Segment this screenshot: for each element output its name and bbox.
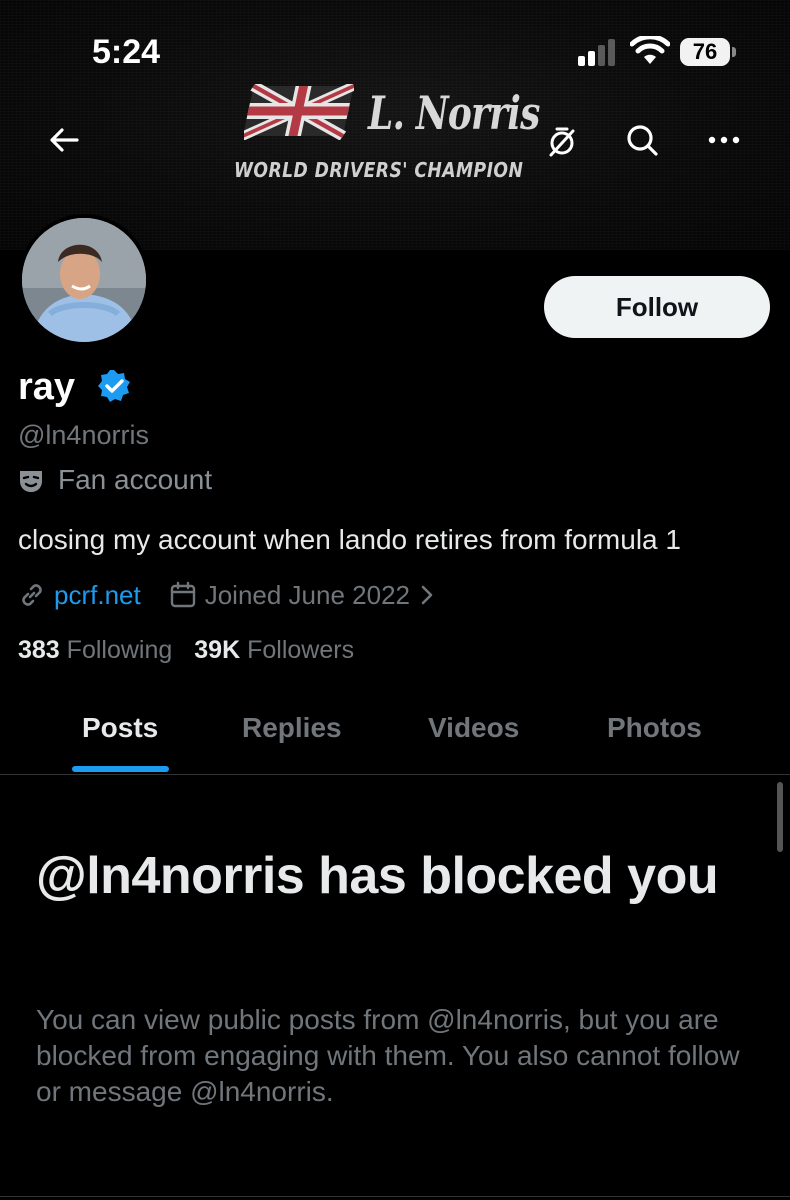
profile-handle: @ln4norris: [18, 420, 149, 450]
theater-mask-icon: [20, 471, 42, 492]
back-arrow-icon: [50, 128, 79, 152]
profile-tabs: Posts Replies Videos Photos: [0, 690, 790, 775]
following-link[interactable]: 383 Following: [18, 636, 172, 664]
tab-replies[interactable]: Replies: [242, 712, 342, 744]
followers-count: 39K: [194, 636, 241, 664]
tab-videos[interactable]: Videos: [428, 712, 519, 744]
follow-stats: 383 Following 39K Followers: [18, 636, 354, 665]
search-icon: [627, 125, 658, 156]
notifications-off-button[interactable]: [534, 114, 590, 170]
display-name: ray: [18, 366, 76, 408]
following-count: 383: [18, 636, 60, 664]
wifi-icon: [630, 36, 670, 64]
joined-date[interactable]: Joined June 2022: [205, 580, 410, 611]
follow-button[interactable]: Follow: [544, 276, 770, 338]
calendar-icon: [170, 581, 195, 608]
chevron-right-icon[interactable]: [420, 584, 434, 606]
account-label[interactable]: Fan account: [18, 464, 212, 496]
link-icon: [22, 584, 42, 606]
active-tab-indicator: [72, 766, 169, 772]
battery-indicator: 76: [680, 38, 730, 66]
notifications-off-icon: [549, 127, 575, 157]
tab-posts[interactable]: Posts: [82, 712, 158, 744]
following-label: Following: [66, 636, 173, 664]
divider: [0, 1196, 790, 1197]
blocked-message: You can view public posts from @ln4norri…: [36, 1004, 740, 1107]
search-button[interactable]: [614, 112, 670, 168]
cellular-signal-icon: [578, 39, 615, 66]
tab-photos[interactable]: Photos: [607, 712, 702, 744]
followers-label: Followers: [247, 636, 355, 664]
avatar[interactable]: [18, 214, 150, 346]
profile-website-link[interactable]: pcrf.net: [54, 580, 141, 611]
status-time: 5:24: [92, 33, 161, 71]
blocked-title: @ln4norris has blocked you: [36, 847, 719, 905]
avatar-photo: [22, 218, 146, 342]
battery-tip: [732, 47, 736, 57]
account-label-text: Fan account: [58, 464, 213, 495]
profile-meta: pcrf.net Joined June 2022: [18, 578, 434, 612]
verified-badge-icon[interactable]: [96, 368, 132, 404]
status-bar: 5:24 76: [0, 0, 790, 100]
profile-bio: closing my account when lando retires fr…: [18, 524, 681, 555]
scrollbar[interactable]: [777, 782, 783, 852]
back-button[interactable]: [36, 112, 92, 168]
more-icon: [708, 136, 740, 144]
more-button[interactable]: [696, 112, 752, 168]
followers-link[interactable]: 39K Followers: [194, 636, 354, 664]
banner-logo-subtitle: WORLD DRIVERS' CHAMPION: [234, 158, 524, 182]
